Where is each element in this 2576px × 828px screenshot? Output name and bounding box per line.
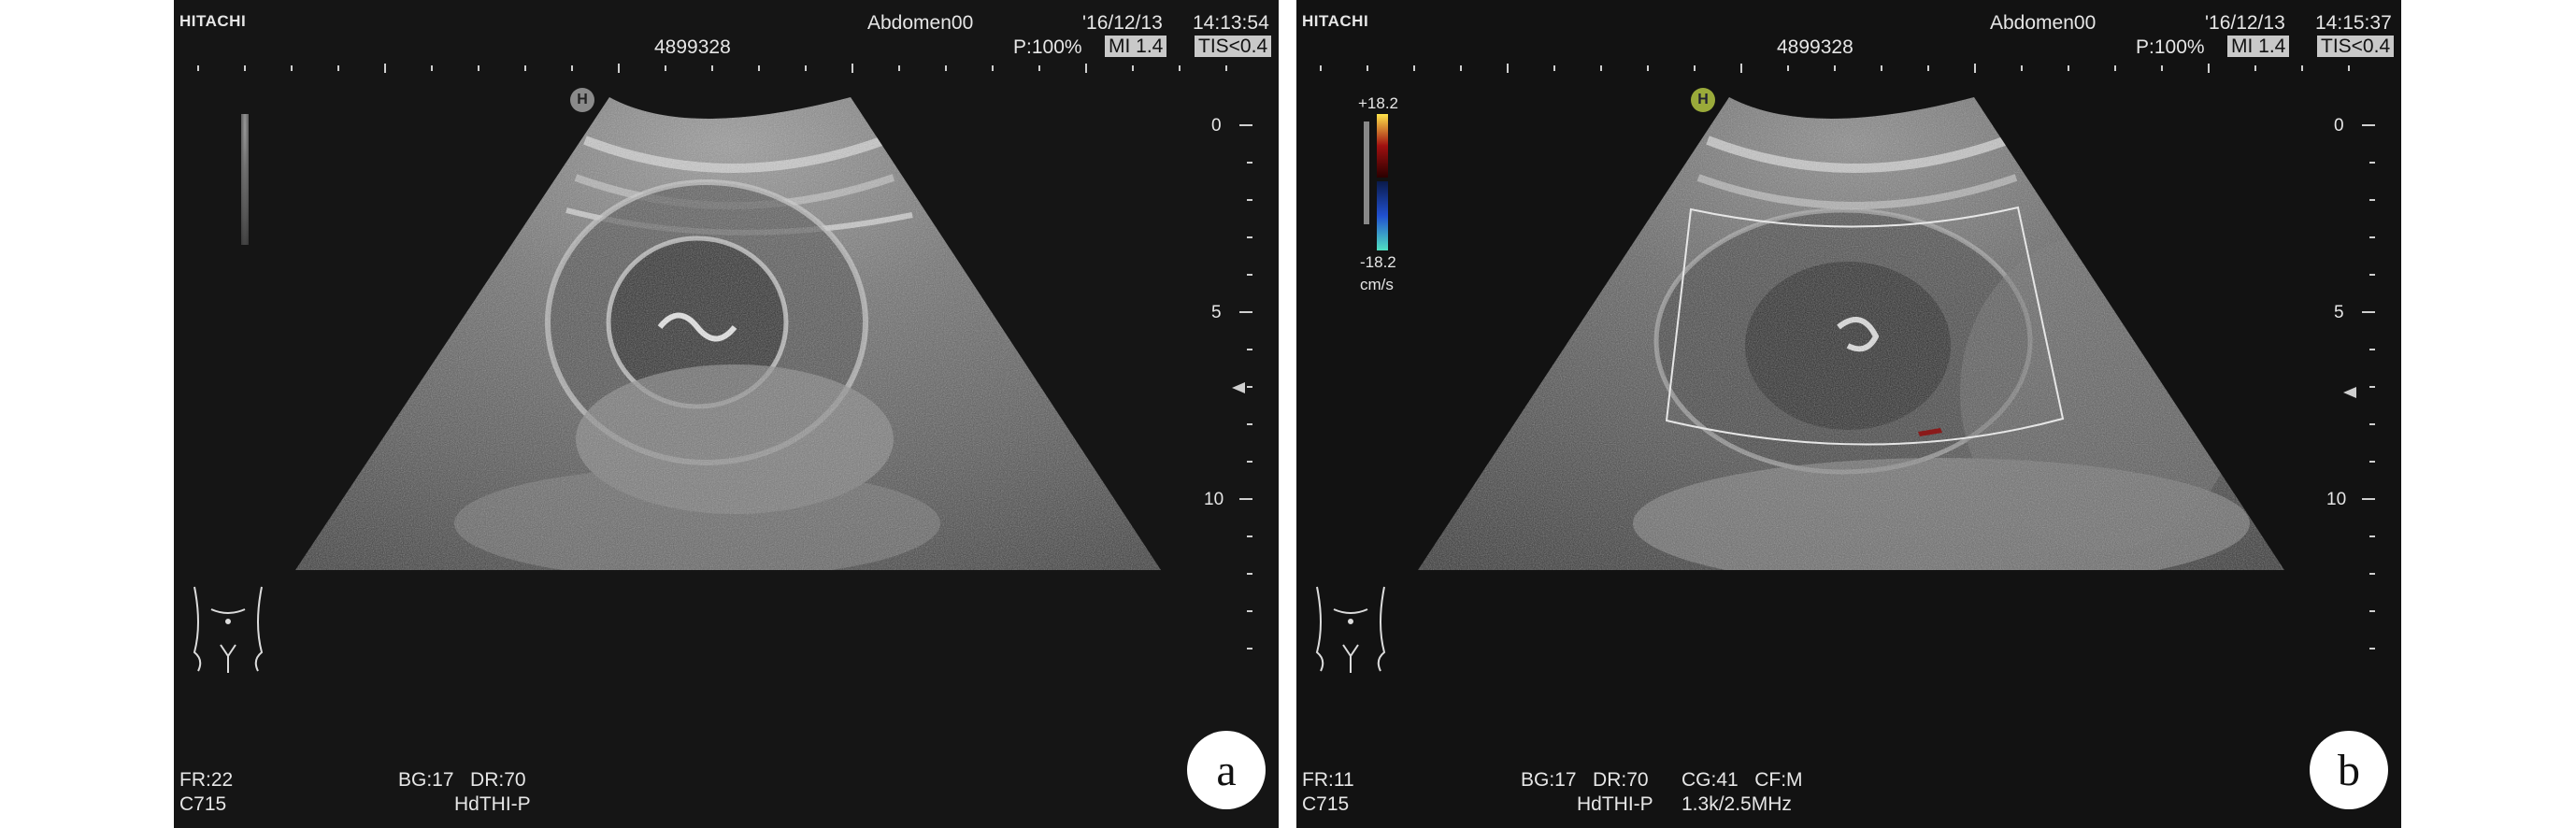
- time-label: 14:15:37: [2315, 12, 2392, 34]
- depth-label-5: 5: [1211, 303, 1222, 322]
- ultrasound-panel-a: HITACHI Abdomen00 '16/12/13 14:13:54 489…: [174, 0, 1279, 828]
- patient-id: 4899328: [654, 36, 731, 58]
- depth-label-0: 0: [1211, 116, 1222, 136]
- date-label: '16/12/13: [2205, 12, 2285, 34]
- patient-id: 4899328: [1777, 36, 1853, 58]
- depth-label-0: 0: [2334, 116, 2344, 136]
- preset-label: Abdomen00: [1990, 12, 2097, 34]
- ultrasound-scan-a: [193, 64, 1252, 673]
- preset-label: Abdomen00: [867, 12, 974, 34]
- body-mark-icon: [193, 586, 264, 673]
- tis-badge: TIS<0.4: [2317, 36, 2395, 57]
- frame-rate: FR:11: [1302, 769, 1354, 791]
- probe-label: C715: [1302, 793, 1350, 815]
- mi-badge: MI 1.4: [1105, 36, 1167, 57]
- mi-badge: MI 1.4: [2227, 36, 2290, 57]
- brand-logo: HITACHI: [1302, 12, 1369, 30]
- body-mark-icon: [1315, 586, 1386, 673]
- tis-badge: TIS<0.4: [1195, 36, 1272, 57]
- panel-label-a: a: [1187, 731, 1266, 809]
- ultrasound-scan-b: [1315, 64, 2375, 673]
- date-label: '16/12/13: [1082, 12, 1163, 34]
- power-label: P:100%: [1013, 36, 1082, 58]
- time-label: 14:13:54: [1193, 12, 1269, 34]
- color-scale-max: +18.2: [1358, 94, 1399, 112]
- probe-label: C715: [179, 793, 227, 815]
- color-scale-negative: [1377, 181, 1388, 250]
- color-scale-positive: [1377, 114, 1388, 178]
- mode-label: HdTHI-P: [454, 793, 531, 815]
- color-scale-min: -18.2: [1360, 253, 1396, 271]
- cg-cf-label: CG:41 CF:M: [1682, 769, 1803, 791]
- mode-label: HdTHI-P: [1577, 793, 1653, 815]
- depth-label-5: 5: [2334, 303, 2344, 322]
- grayscale-bar: [1364, 121, 1369, 224]
- bg-dr-label: BG:17 DR:70: [398, 769, 526, 791]
- focus-marker: [1232, 382, 1245, 393]
- power-label: P:100%: [2136, 36, 2205, 58]
- focus-marker: [2343, 387, 2356, 398]
- ultrasound-panel-b: HITACHI Abdomen00 '16/12/13 14:15:37 489…: [1296, 0, 2401, 828]
- frequency-label: 1.3k/2.5MHz: [1682, 793, 1792, 815]
- brand-logo: HITACHI: [179, 12, 247, 30]
- bg-dr-label: BG:17 DR:70: [1521, 769, 1649, 791]
- grayscale-bar: [241, 114, 249, 245]
- orientation-marker-icon: H: [1691, 88, 1715, 112]
- depth-label-10: 10: [2326, 490, 2347, 509]
- depth-label-10: 10: [1204, 490, 1224, 509]
- orientation-marker-icon: H: [570, 88, 594, 112]
- panel-label-b: b: [2310, 731, 2388, 809]
- color-scale-unit: cm/s: [1360, 276, 1394, 293]
- frame-rate: FR:22: [179, 769, 234, 791]
